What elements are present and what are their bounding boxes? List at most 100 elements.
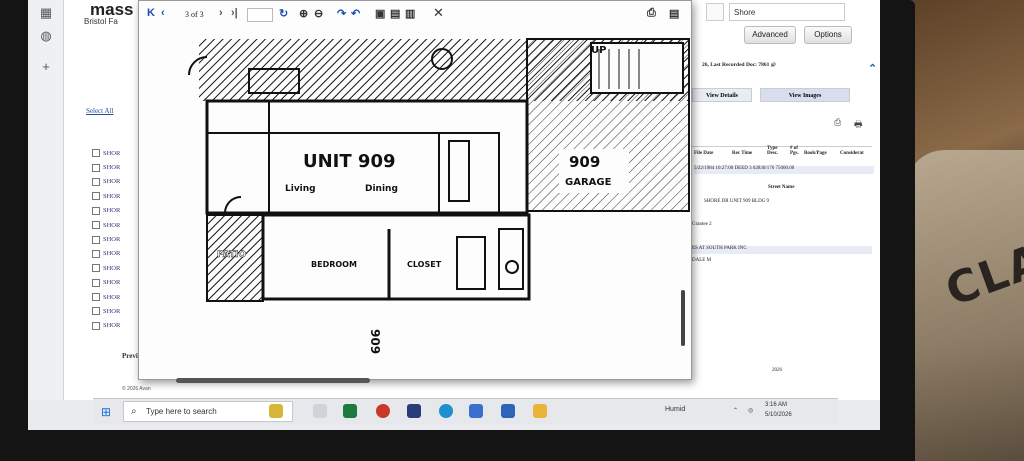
result-label[interactable]: SHOR: [103, 164, 120, 171]
fit-width-icon[interactable]: ▤: [390, 7, 400, 20]
result-checkbox[interactable]: [92, 221, 100, 230]
result-label[interactable]: SHOR: [103, 308, 120, 315]
record-row[interactable]: 5/22/1984 10:27:00 DEED 3 02830/176 7500…: [694, 166, 874, 174]
excel-icon[interactable]: [343, 404, 357, 418]
clock-time[interactable]: 3:16 AM: [765, 402, 787, 408]
result-row[interactable]: SHOR: [92, 247, 120, 261]
rotate-right-icon[interactable]: ↷: [337, 7, 346, 20]
result-label[interactable]: SHOR: [103, 250, 120, 257]
party-row-1[interactable]: ES AT SOUTH PARK INC: [692, 246, 872, 254]
result-row[interactable]: SHOR: [92, 160, 120, 174]
advanced-button[interactable]: Advanced: [744, 26, 796, 44]
result-checkbox[interactable]: [92, 249, 100, 258]
next-page-icon[interactable]: ›: [219, 7, 223, 19]
party-row-2[interactable]: DALE M: [692, 258, 711, 263]
taskbar-search-input[interactable]: ⌕ Type here to search: [123, 401, 293, 422]
result-label[interactable]: SHOR: [103, 279, 120, 286]
result-row[interactable]: SHOR: [92, 319, 120, 333]
prev-page-icon[interactable]: ‹: [161, 7, 165, 19]
result-checkbox[interactable]: [92, 321, 100, 330]
result-checkbox[interactable]: [92, 307, 100, 316]
page-indicator: 3 of 3: [185, 10, 204, 19]
result-label[interactable]: SHOR: [103, 222, 120, 229]
col-consideration: Considerat: [840, 151, 864, 156]
close-viewer-icon[interactable]: ✕: [433, 5, 444, 21]
result-checkbox[interactable]: [92, 149, 100, 158]
result-row[interactable]: SHOR: [92, 232, 120, 246]
edge-icon[interactable]: [439, 404, 453, 418]
result-checkbox[interactable]: [92, 264, 100, 273]
collapse-chevron-icon[interactable]: ⌃: [868, 62, 877, 75]
stairs-up-label: UP: [591, 45, 606, 56]
result-label[interactable]: SHOR: [103, 207, 120, 214]
result-label[interactable]: SHOR: [103, 294, 120, 301]
result-row[interactable]: SHOR: [92, 146, 120, 160]
result-checkbox[interactable]: [92, 293, 100, 302]
windows-start-icon[interactable]: ⊞: [101, 405, 111, 419]
last-recorded-doc: 26, Last Recorded Doc: 7861 @: [702, 62, 776, 68]
grantee-label: Grantee 2: [692, 222, 712, 227]
zoom-out-icon[interactable]: ⊖: [314, 7, 323, 20]
task-view-icon[interactable]: [313, 404, 327, 418]
viewer-horizontal-scrollbar[interactable]: [176, 378, 370, 383]
result-checkbox[interactable]: [92, 177, 100, 186]
garage-number-label: 909: [569, 153, 600, 171]
viewer-print-icon[interactable]: ⎙: [647, 7, 656, 20]
search-input[interactable]: Shore: [729, 3, 845, 21]
options-button[interactable]: Options: [804, 26, 852, 44]
result-row[interactable]: SHOR: [92, 276, 120, 290]
chrome-icon[interactable]: [376, 404, 390, 418]
select-all-link[interactable]: Select All: [86, 107, 113, 115]
tray-chevron-icon[interactable]: ⌃: [733, 407, 738, 414]
store-icon[interactable]: [407, 404, 421, 418]
first-page-icon[interactable]: K: [147, 7, 155, 19]
unit-label: UNIT 909: [303, 151, 396, 172]
header-slot: [706, 3, 724, 21]
result-label[interactable]: SHOR: [103, 193, 120, 200]
result-row[interactable]: SHOR: [92, 175, 120, 189]
viewer-save-icon[interactable]: ▤: [669, 7, 679, 20]
refresh-icon[interactable]: ↻: [279, 7, 288, 20]
thumbnails-icon[interactable]: ▥: [405, 7, 415, 20]
zoom-in-icon[interactable]: ⊕: [299, 7, 308, 20]
result-checkbox[interactable]: [92, 163, 100, 172]
result-row[interactable]: SHOR: [92, 218, 120, 232]
closet-label: CLOSET: [407, 260, 442, 269]
result-label[interactable]: SHOR: [103, 178, 120, 185]
result-row[interactable]: SHOR: [92, 304, 120, 318]
fit-page-icon[interactable]: ▣: [375, 7, 385, 20]
result-row[interactable]: SHOR: [92, 204, 120, 218]
app-icon-blue[interactable]: [469, 404, 483, 418]
result-row[interactable]: SHOR: [92, 261, 120, 275]
viewer-vertical-scrollbar[interactable]: [681, 290, 685, 346]
page-number-input[interactable]: [247, 8, 273, 22]
result-label[interactable]: SHOR: [103, 236, 120, 243]
result-label[interactable]: SHOR: [103, 322, 120, 329]
result-label[interactable]: SHOR: [103, 150, 120, 157]
mail-icon[interactable]: [501, 404, 515, 418]
widget-sparkle-icon[interactable]: [269, 404, 283, 418]
result-checkbox[interactable]: [92, 206, 100, 215]
browser-menu-icon[interactable]: ▦: [37, 4, 55, 22]
dining-label: Dining: [365, 184, 398, 194]
folder-icon[interactable]: [533, 404, 547, 418]
result-row[interactable]: SHOR: [92, 189, 120, 203]
rotate-left-icon[interactable]: ↶: [351, 7, 360, 20]
result-label[interactable]: SHOR: [103, 265, 120, 272]
result-checkbox[interactable]: [92, 235, 100, 244]
result-checkbox[interactable]: [92, 278, 100, 287]
clock-date[interactable]: 5/10/2026: [765, 412, 792, 418]
street-value: SHORE DR UNIT 909 BLDG 9: [704, 199, 770, 204]
last-page-icon[interactable]: ›|: [231, 7, 238, 19]
print-icon[interactable]: ⎙: [834, 117, 841, 128]
tab-view-images[interactable]: View Images: [760, 88, 850, 102]
result-row[interactable]: SHOR: [92, 290, 120, 304]
network-icon[interactable]: ◎: [748, 407, 753, 414]
globe-icon[interactable]: ◍: [37, 27, 55, 45]
add-tab-icon[interactable]: +: [37, 58, 55, 76]
result-checkbox[interactable]: [92, 192, 100, 201]
garage-label: GARAGE: [565, 177, 612, 188]
save-icon[interactable]: 🖶: [854, 117, 863, 133]
weather-text[interactable]: Humid: [665, 406, 685, 413]
tab-view-details[interactable]: View Details: [692, 88, 752, 102]
